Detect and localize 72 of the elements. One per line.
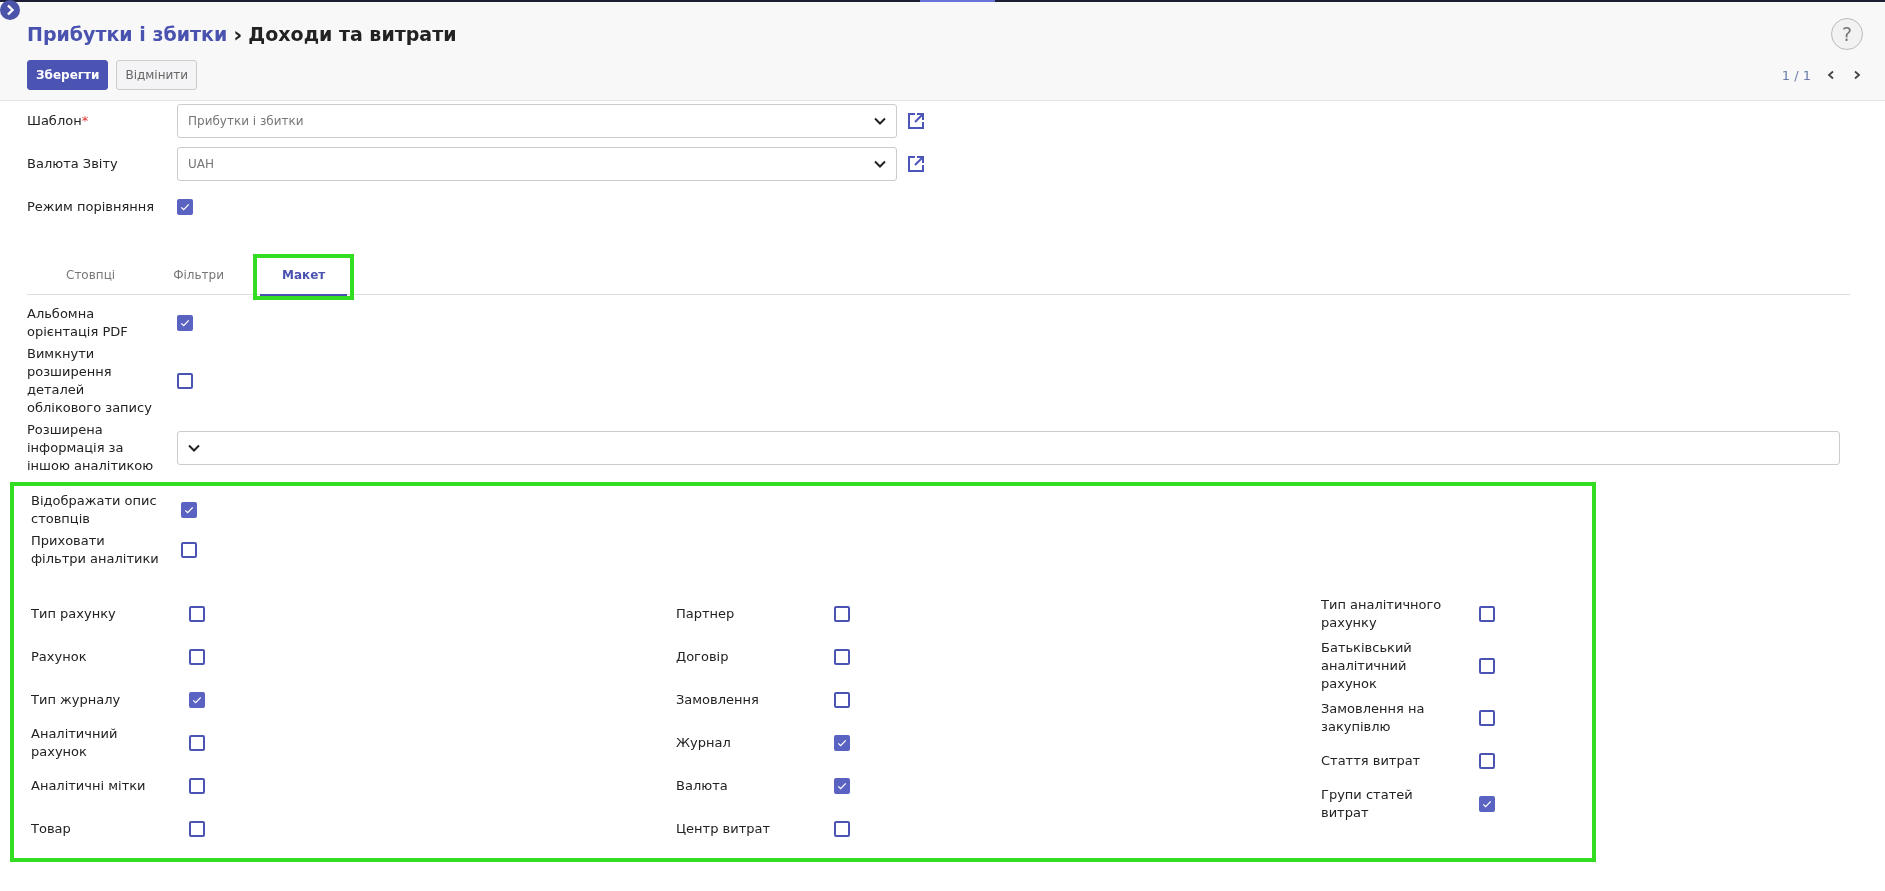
field-label: Замовлення: [676, 691, 760, 709]
checkbox[interactable]: [177, 315, 193, 331]
field-label: Групи статей витрат: [1321, 786, 1414, 822]
checkbox[interactable]: [181, 502, 197, 518]
field-label: Договір: [676, 648, 730, 666]
field-label: Відображати опис стовпців: [31, 492, 158, 528]
checkbox[interactable]: [177, 373, 193, 389]
checkbox[interactable]: [189, 692, 205, 708]
page-title: Доходи та витрати: [248, 23, 457, 45]
caret-icon: [874, 160, 886, 168]
checkbox[interactable]: [834, 606, 850, 622]
discard-button[interactable]: Відмінити: [116, 60, 198, 90]
field-label: Валюта Звіту: [27, 155, 119, 173]
select-field[interactable]: [177, 431, 1840, 465]
checkbox[interactable]: [1479, 658, 1495, 674]
field-label: Тип аналітичного рахунку: [1321, 596, 1443, 632]
select-field[interactable]: Прибутки і збитки: [177, 104, 897, 138]
checkmark-icon: [836, 737, 848, 749]
checkmark-icon: [179, 201, 191, 213]
field-label: Альбомна орієнтація PDF: [27, 305, 129, 341]
field-label: Тип рахунку: [31, 605, 117, 623]
checkmark-icon: [191, 694, 203, 706]
field-label: Стаття витрат: [1321, 752, 1422, 770]
select-field[interactable]: UAH: [177, 147, 897, 181]
field-label: Валюта: [676, 777, 729, 795]
external-link-icon[interactable]: [907, 155, 925, 173]
checkbox[interactable]: [177, 199, 193, 215]
checkmark-icon: [1481, 798, 1493, 810]
field-label: Журнал: [676, 734, 732, 752]
checkmark-icon: [179, 317, 191, 329]
checkbox[interactable]: [189, 735, 205, 751]
checkbox[interactable]: [181, 542, 197, 558]
field-label: Приховати фільтри аналітики: [31, 532, 160, 568]
tab[interactable]: Стовпці: [44, 268, 138, 296]
help-button[interactable]: ?: [1831, 18, 1863, 50]
tab[interactable]: Макет: [259, 268, 348, 296]
field-label: Центр витрат: [676, 820, 772, 838]
checkmark-icon: [183, 504, 195, 516]
checkbox[interactable]: [189, 821, 205, 837]
checkbox[interactable]: [189, 649, 205, 665]
checkbox[interactable]: [1479, 606, 1495, 622]
field-label: Замовлення на закупівлю: [1321, 700, 1426, 736]
field-label: Рахунок: [31, 648, 88, 666]
breadcrumb-link[interactable]: Прибутки і збитки: [27, 23, 228, 45]
checkbox[interactable]: [1479, 710, 1495, 726]
checkbox[interactable]: [834, 692, 850, 708]
field-label: Товар: [31, 820, 72, 838]
checkbox[interactable]: [834, 649, 850, 665]
field-label: Тип журналу: [31, 691, 122, 709]
breadcrumb-separator: ›: [233, 21, 243, 47]
caret-icon: [188, 444, 200, 452]
checkbox[interactable]: [834, 778, 850, 794]
caret-icon: [874, 117, 886, 125]
checkmark-icon: [836, 780, 848, 792]
field-label: Режим порівняння: [27, 198, 156, 216]
field-label: Аналітичний рахунок: [31, 725, 119, 761]
checkbox[interactable]: [189, 606, 205, 622]
field-label: Вимкнути розширення деталей облікового запису: [27, 345, 153, 417]
field-label: Розширена інформація за іншою аналітикою: [27, 421, 155, 475]
field-label: Шаблон*: [27, 112, 90, 130]
field-label: Батьківський аналітичний рахунок: [1321, 639, 1413, 693]
pager-counter: 1 / 1: [1781, 67, 1811, 83]
checkbox[interactable]: [189, 778, 205, 794]
checkbox[interactable]: [834, 735, 850, 751]
checkbox[interactable]: [834, 821, 850, 837]
save-button[interactable]: Зберегти: [27, 60, 109, 90]
external-link-icon[interactable]: [907, 112, 925, 130]
field-label: Партнер: [676, 605, 736, 623]
checkbox[interactable]: [1479, 796, 1495, 812]
field-label: Аналітичні мітки: [31, 777, 147, 795]
tab[interactable]: Фільтри: [151, 268, 246, 296]
checkbox[interactable]: [1479, 753, 1495, 769]
